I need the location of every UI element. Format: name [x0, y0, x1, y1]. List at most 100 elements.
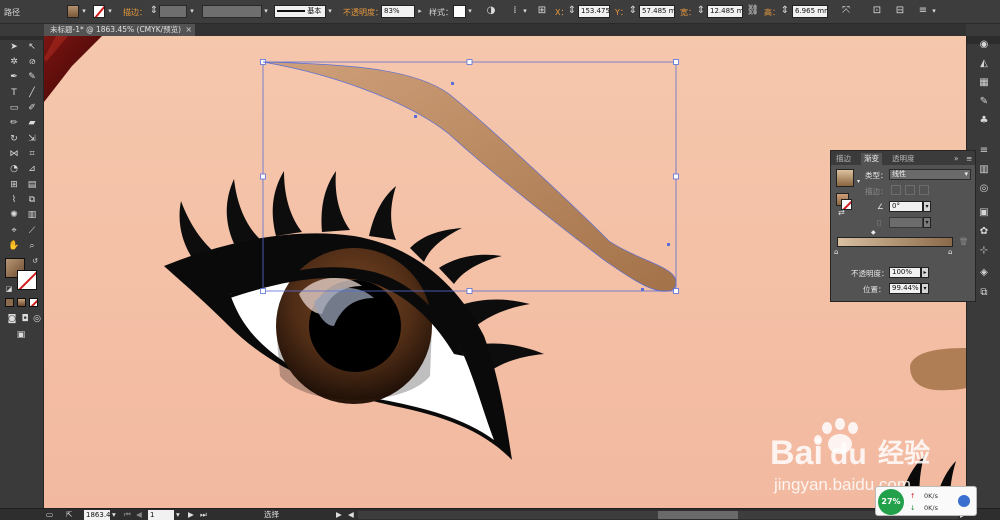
menu-icon[interactable]: ≡ — [916, 4, 930, 18]
color-mode-icon[interactable] — [5, 298, 14, 307]
symbols-icon[interactable]: ✿ — [977, 225, 991, 239]
stroke-color-box[interactable] — [17, 270, 37, 290]
tab-transparency[interactable]: 透明度 — [889, 153, 918, 165]
opacity-dropdown-icon[interactable]: ▸ — [921, 267, 929, 278]
hscroll-left-icon[interactable]: ◀ — [348, 509, 354, 520]
close-icon[interactable]: × — [185, 24, 192, 36]
shape-builder-icon[interactable]: ◔ — [7, 162, 21, 176]
transform-panel-icon[interactable]: ⊹ — [977, 244, 991, 258]
accelerate-icon[interactable] — [958, 495, 970, 507]
variable-width-field[interactable] — [202, 5, 262, 18]
stroke-across-icon[interactable] — [919, 185, 929, 195]
angle-dropdown-icon[interactable]: ▾ — [923, 201, 931, 212]
stop-opacity-field[interactable]: 100% — [889, 267, 921, 278]
delete-stop-icon[interactable]: 🗑 — [959, 237, 969, 246]
zoom-icon[interactable]: ⌕ — [25, 239, 39, 253]
status-arrow-icon[interactable]: ▶ — [336, 509, 342, 520]
color-icon[interactable]: ♣ — [977, 114, 991, 128]
draw-normal-icon[interactable]: ◙ — [5, 312, 19, 326]
free-transform-icon[interactable]: ⌗ — [25, 147, 39, 161]
gradient-thumbnail[interactable] — [836, 169, 854, 187]
share-icon[interactable]: ⇱ — [66, 509, 72, 520]
stroke-swatch[interactable] — [93, 5, 105, 18]
stroke-weight-label[interactable]: 描边： — [123, 7, 147, 18]
eraser-icon[interactable]: ▰ — [25, 116, 39, 130]
symbol-sprayer-icon[interactable]: ✺ — [7, 208, 21, 222]
y-stepper-icon[interactable]: ⇕ — [626, 4, 640, 18]
gradient-slider[interactable] — [837, 237, 953, 247]
isolate-icon[interactable]: ⊡ — [870, 4, 884, 18]
eyedropper-icon[interactable]: ⌇ — [7, 193, 21, 207]
style-dropdown-icon[interactable]: ▾ — [466, 5, 474, 18]
y-field[interactable]: 57.485 m — [639, 5, 675, 18]
reverse-gradient-icon[interactable]: ⇄ — [838, 208, 849, 219]
none-mode-icon[interactable] — [29, 298, 38, 307]
fill-dropdown-icon[interactable]: ▾ — [80, 5, 88, 18]
mesh-icon[interactable]: ⊞ — [7, 178, 21, 192]
stroke-within-icon[interactable] — [891, 185, 901, 195]
pencil-icon[interactable]: ✏ — [7, 116, 21, 130]
graph-icon[interactable]: ▥ — [25, 208, 39, 222]
x-field[interactable]: 153.475 r — [578, 5, 610, 18]
width-stepper-icon[interactable]: ⇕ — [694, 4, 708, 18]
opacity-label[interactable]: 不透明度： — [343, 7, 383, 18]
pen-icon[interactable]: ✒ — [7, 70, 21, 84]
stroke-along-icon[interactable] — [905, 185, 915, 195]
type-icon[interactable]: T — [7, 86, 21, 100]
blend-icon[interactable]: ⧉ — [25, 193, 39, 207]
variable-width-dropdown-icon[interactable]: ▾ — [262, 5, 270, 18]
curvature-icon[interactable]: ✎ — [25, 70, 39, 84]
reference-point-icon[interactable]: ⊞ — [535, 4, 549, 18]
artboards-icon[interactable]: ⧉ — [977, 286, 991, 300]
last-artboard-icon[interactable]: ⏭ — [200, 509, 207, 520]
gradient-panel-icon[interactable]: ▥ — [977, 163, 991, 177]
transparency-panel-icon[interactable]: ◎ — [977, 182, 991, 196]
gradient-mode-icon[interactable] — [17, 298, 26, 307]
layers-icon[interactable]: ◈ — [977, 266, 991, 280]
scale-icon[interactable]: ⇲ — [25, 132, 39, 146]
isolate-exit-icon[interactable]: ⊟ — [893, 4, 907, 18]
x-stepper-icon[interactable]: ⇕ — [565, 4, 579, 18]
hand-icon[interactable]: ✋ — [7, 239, 21, 253]
paintbrush-icon[interactable]: ✐ — [25, 101, 39, 115]
height-field[interactable]: 6.965 mm — [792, 5, 828, 18]
rectangle-icon[interactable]: ▭ — [7, 101, 21, 115]
brushes-icon[interactable]: ✎ — [977, 95, 991, 109]
constrain-proportions-icon[interactable]: ⛓ — [746, 4, 760, 18]
opacity-field[interactable]: 83% — [381, 5, 415, 18]
next-artboard-icon[interactable]: ▶ — [188, 509, 194, 520]
panel-menu-icon[interactable]: ≡ — [963, 153, 975, 165]
appearance-icon[interactable]: ◉ — [977, 38, 991, 52]
selection-arrow-icon[interactable]: ➤ — [7, 40, 21, 54]
width-icon[interactable]: ⋈ — [7, 147, 21, 161]
graphic-style-swatch[interactable] — [453, 5, 466, 18]
gradient-stop-right-icon[interactable]: ⌂ — [948, 248, 952, 256]
menu-dropdown-icon[interactable]: ▾ — [930, 5, 938, 18]
artboard-icon[interactable]: ⌖ — [7, 224, 21, 238]
thumbnail-dropdown-icon[interactable]: ▾ — [857, 178, 860, 185]
stroke-weight-field[interactable] — [159, 5, 187, 18]
stop-location-field[interactable]: 99.44% — [889, 283, 921, 294]
zoom-field[interactable]: 1863.4 — [84, 510, 111, 520]
swap-fill-stroke-icon[interactable]: ↺ — [28, 254, 42, 268]
tab-gradient[interactable]: 渐变 — [861, 153, 882, 165]
brush-definition-field[interactable]: 基本 — [274, 5, 326, 18]
magic-wand-icon[interactable]: ✲ — [7, 55, 21, 69]
recolor-icon[interactable]: ◑ — [484, 4, 498, 18]
width-field[interactable]: 12.485 m — [707, 5, 743, 18]
opacity-dropdown-icon[interactable]: ▸ — [416, 5, 424, 18]
perspective-icon[interactable]: ⊿ — [25, 162, 39, 176]
location-dropdown-icon[interactable]: ▾ — [921, 283, 929, 294]
scroll-thumb[interactable] — [658, 511, 738, 519]
brush-dropdown-icon[interactable]: ▾ — [326, 5, 334, 18]
tab-stroke[interactable]: 描边 — [833, 153, 854, 165]
graphic-styles-icon[interactable]: ▣ — [977, 206, 991, 220]
swatches-icon[interactable]: ▦ — [977, 76, 991, 90]
align-dropdown-icon[interactable]: ▾ — [521, 5, 529, 18]
lasso-icon[interactable]: ര — [25, 55, 39, 69]
first-artboard-icon[interactable]: ⏮ — [124, 509, 131, 520]
stroke-panel-icon[interactable]: ≡ — [977, 144, 991, 158]
color-guide-icon[interactable]: ◭ — [977, 57, 991, 71]
network-speed-widget[interactable]: 27% ↑ 0K/s ↓ 0K/s — [875, 486, 977, 516]
angle-field[interactable]: 0° — [889, 201, 923, 212]
